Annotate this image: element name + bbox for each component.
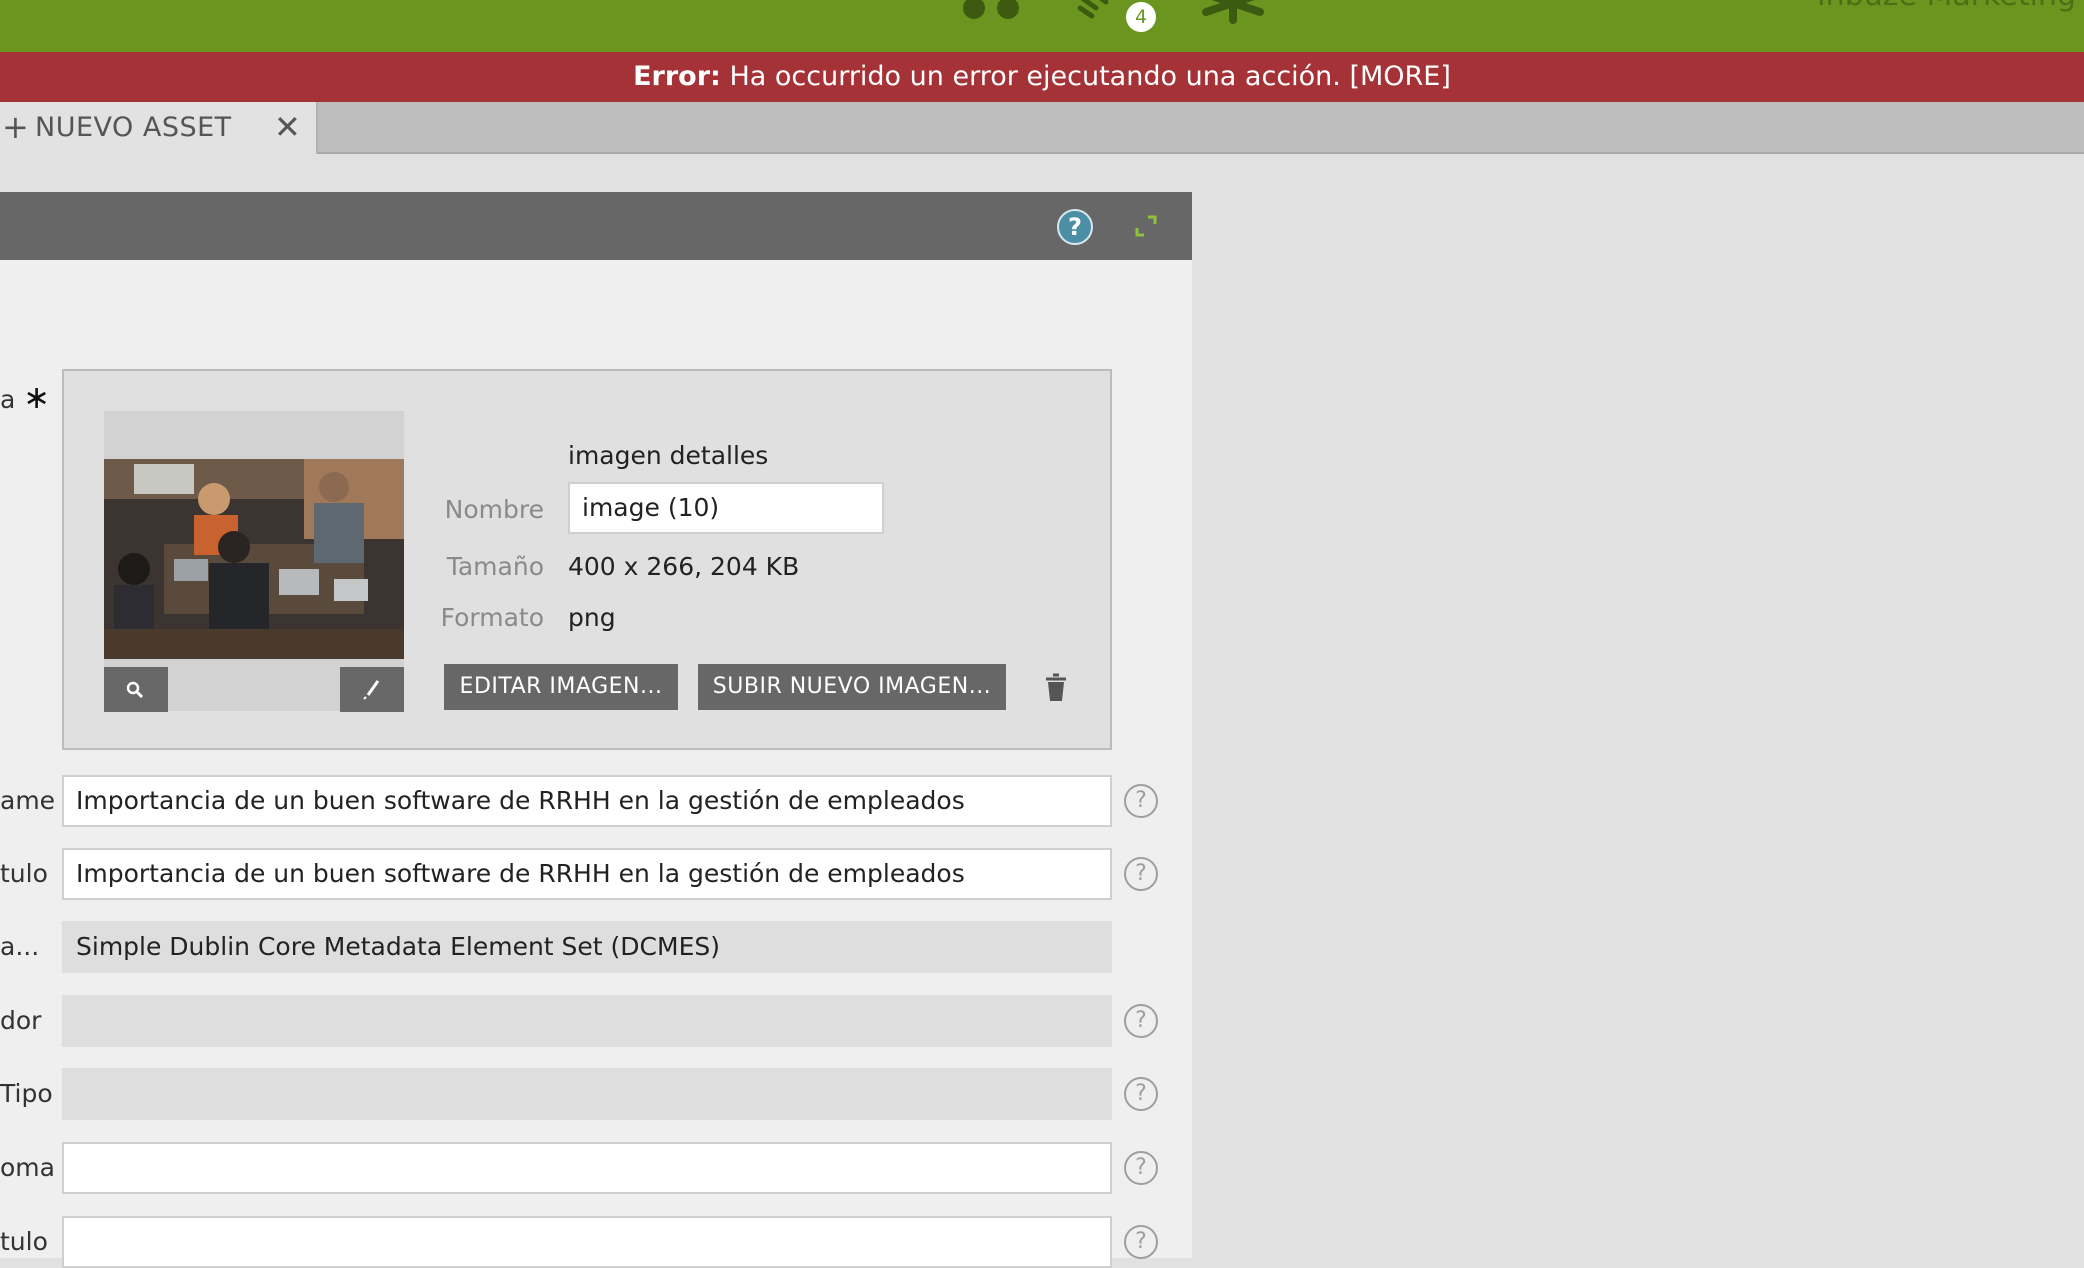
subtitle-field[interactable]	[62, 1216, 1112, 1268]
field-label-language: oma	[0, 1153, 55, 1182]
zoom-button[interactable]	[104, 667, 168, 712]
required-asterisk: ∗	[23, 378, 51, 416]
asset-form-panel: ? a ∗ imagen detalles Nombre image (10) …	[0, 192, 1192, 1268]
search-icon	[126, 681, 144, 699]
tab-strip: + NUEVO ASSET ✕	[0, 102, 2084, 154]
star-icon[interactable]	[1198, 0, 1268, 24]
edit-thumbnail-button[interactable]	[340, 667, 404, 712]
type-field	[62, 1068, 1112, 1120]
size-value: 400 x 266, 204 KB	[568, 552, 800, 581]
format-value: png	[568, 603, 616, 632]
top-navigation-bar: 4 Inbuze Marketing	[0, 0, 2084, 52]
help-icon[interactable]: ?	[1124, 1225, 1158, 1259]
field-label-creator: dor	[0, 1006, 42, 1035]
help-icon[interactable]: ?	[1124, 784, 1158, 818]
tab-label: NUEVO ASSET	[35, 112, 232, 143]
notification-count-badge[interactable]: 4	[1126, 2, 1156, 32]
image-details-box: imagen detalles Nombre image (10) Tamaño…	[62, 369, 1112, 750]
image-name-input[interactable]: image (10)	[568, 482, 884, 534]
name-field[interactable]: Importancia de un buen software de RRHH …	[62, 775, 1112, 827]
field-label-title: tulo	[0, 859, 48, 888]
tab-new-asset[interactable]: + NUEVO ASSET ✕	[0, 102, 318, 154]
creator-field	[62, 995, 1112, 1047]
panel-header: ?	[0, 192, 1192, 260]
field-label-schema: a...	[0, 932, 40, 961]
expand-icon[interactable]	[1134, 214, 1158, 238]
help-icon[interactable]: ?	[1124, 1077, 1158, 1111]
help-icon[interactable]: ?	[1124, 1151, 1158, 1185]
edit-image-button[interactable]: EDITAR IMAGEN...	[444, 664, 678, 710]
title-field[interactable]: Importancia de un buen software de RRHH …	[62, 848, 1112, 900]
error-message[interactable]: Ha occurrido un error ejecutando una acc…	[729, 61, 1450, 92]
pencil-icon	[363, 680, 380, 700]
help-icon[interactable]: ?	[1124, 1004, 1158, 1038]
trash-icon[interactable]	[1044, 673, 1068, 703]
image-details-title: imagen detalles	[568, 441, 769, 470]
help-icon[interactable]: ?	[1057, 209, 1093, 245]
error-banner: Error: Ha occurrido un error ejecutando …	[0, 52, 2084, 102]
plus-icon: +	[2, 108, 29, 146]
field-label-subtitle: tulo	[0, 1227, 48, 1256]
image-thumbnail-container	[104, 411, 404, 712]
antenna-icon[interactable]	[1078, 0, 1128, 26]
help-icon[interactable]: ?	[1124, 857, 1158, 891]
size-label: Tamaño	[446, 552, 544, 581]
image-thumbnail[interactable]	[104, 459, 404, 659]
user-name[interactable]: Inbuze Marketing	[1817, 0, 2076, 13]
people-icon[interactable]	[960, 0, 1030, 20]
image-field-label: a ∗	[0, 378, 51, 416]
language-field[interactable]	[62, 1142, 1112, 1194]
upload-new-image-button[interactable]: SUBIR NUEVO IMAGEN...	[698, 664, 1006, 710]
field-label-type: Tipo	[0, 1079, 53, 1108]
name-label: Nombre	[444, 495, 544, 524]
error-label: Error:	[633, 61, 721, 92]
close-icon[interactable]: ✕	[274, 108, 301, 146]
schema-field: Simple Dublin Core Metadata Element Set …	[62, 921, 1112, 973]
field-label-name: ame	[0, 786, 56, 815]
format-label: Formato	[440, 603, 544, 632]
